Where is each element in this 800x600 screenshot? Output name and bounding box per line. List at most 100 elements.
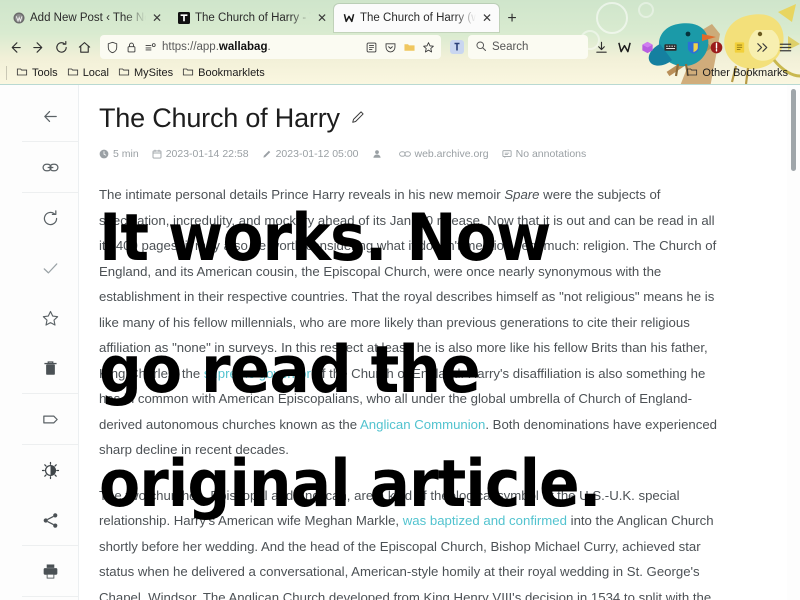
sidebar-item-mark-as-read[interactable] bbox=[22, 243, 78, 293]
rail-group-actions bbox=[22, 193, 78, 394]
extensions-toolbar bbox=[589, 36, 796, 58]
overflow-chevron-icon[interactable] bbox=[752, 36, 773, 58]
search-bar[interactable]: Search bbox=[468, 35, 588, 59]
print-icon bbox=[41, 562, 60, 581]
tracking-protection-icon[interactable] bbox=[143, 40, 158, 55]
wallabag-icon bbox=[342, 12, 355, 25]
translate-extension-icon[interactable] bbox=[446, 36, 467, 58]
meta-reading-time: 5 min bbox=[99, 148, 139, 160]
clock-icon bbox=[99, 149, 109, 159]
bookmark-tools[interactable]: Tools bbox=[13, 64, 64, 83]
bookmark-bookmarklets[interactable]: Bookmarklets bbox=[179, 64, 271, 83]
rail-group-display bbox=[22, 445, 78, 546]
meta-annotations: No annotations bbox=[502, 148, 587, 160]
meta-published-date: 2023-01-12 05:00 bbox=[262, 148, 359, 160]
sidebar-item-mark-as-favorite[interactable] bbox=[22, 293, 78, 343]
app-menu-icon[interactable] bbox=[775, 36, 796, 58]
tab-title: The Church of Harry - Tabl bbox=[195, 12, 311, 24]
reader-mode-icon[interactable] bbox=[364, 40, 379, 55]
bookmark-mysites[interactable]: MySites bbox=[115, 64, 179, 83]
close-icon[interactable]: ✕ bbox=[481, 12, 493, 24]
folder-icon bbox=[182, 66, 194, 81]
wordpress-icon bbox=[12, 12, 25, 25]
search-icon bbox=[475, 40, 487, 55]
keepass-extension-icon[interactable] bbox=[660, 36, 681, 58]
home-button[interactable] bbox=[73, 35, 95, 59]
bookmark-label: Local bbox=[82, 67, 109, 79]
scrollbar-thumb[interactable] bbox=[791, 89, 796, 171]
tab-title: Add New Post ‹ The New L bbox=[30, 12, 146, 24]
article-text-run: were the subjects of speculation, incred… bbox=[99, 187, 717, 381]
person-icon bbox=[372, 149, 382, 159]
lock-icon[interactable] bbox=[124, 40, 139, 55]
url-text[interactable]: https://app.wallabag. bbox=[162, 41, 360, 53]
page-left-gutter bbox=[0, 85, 22, 600]
contrast-icon bbox=[41, 461, 60, 480]
article-body: The intimate personal details Prince Har… bbox=[99, 182, 719, 600]
meta-created-date: 2023-01-14 22:58 bbox=[152, 148, 249, 160]
close-icon[interactable]: ✕ bbox=[316, 12, 328, 24]
folder-icon bbox=[686, 66, 698, 81]
meta-created-date-value: 2023-01-14 22:58 bbox=[165, 148, 249, 160]
article-paragraph: The two churches, Episcopal and Anglican… bbox=[99, 483, 719, 600]
save-to-pocket-icon[interactable] bbox=[383, 40, 398, 55]
star-bookmark-icon[interactable] bbox=[421, 40, 436, 55]
sidebar-item-reload-content[interactable] bbox=[22, 193, 78, 243]
close-icon[interactable]: ✕ bbox=[151, 12, 163, 24]
page-scrollbar[interactable] bbox=[787, 85, 800, 600]
link-icon bbox=[41, 158, 60, 177]
meta-domain: web.archive.org bbox=[398, 148, 489, 160]
page-title: The Church of Harry bbox=[99, 103, 758, 134]
meta-reading-time-value: 5 min bbox=[113, 148, 139, 160]
ublock-origin-icon[interactable] bbox=[706, 36, 727, 58]
meta-annotations-value: No annotations bbox=[515, 148, 587, 160]
bookmark-local[interactable]: Local bbox=[64, 64, 115, 83]
browser-window: Add New Post ‹ The New L ✕ The Church of… bbox=[0, 0, 800, 600]
folder-icon[interactable] bbox=[402, 40, 417, 55]
folder-icon bbox=[118, 66, 130, 81]
reload-button[interactable] bbox=[50, 35, 72, 59]
page-viewport: The Church of Harry 5 min 2023-01-14 22:… bbox=[0, 84, 800, 600]
back-button[interactable] bbox=[4, 35, 26, 59]
article-link[interactable]: supreme governor bbox=[204, 366, 311, 381]
article-link[interactable]: was baptized and confirmed bbox=[403, 513, 567, 528]
address-bar[interactable]: https://app.wallabag. bbox=[100, 35, 441, 59]
wallabag-extension-icon[interactable] bbox=[614, 36, 635, 58]
bookmarks-divider bbox=[6, 66, 7, 80]
new-tab-button[interactable]: + bbox=[499, 6, 525, 32]
article-link[interactable]: Anglican Communion bbox=[360, 417, 485, 432]
bookmark-label: MySites bbox=[133, 67, 174, 79]
browser-tab-1[interactable]: The Church of Harry - Tabl ✕ bbox=[169, 4, 334, 32]
bookmark-other-bookmarks[interactable]: Other Bookmarks bbox=[683, 64, 794, 83]
shield-icon[interactable] bbox=[105, 40, 120, 55]
browser-chrome: Add New Post ‹ The New L ✕ The Church of… bbox=[0, 0, 800, 84]
sidebar-item-print-entry[interactable] bbox=[22, 546, 78, 596]
sidebar-item-delete-entry[interactable] bbox=[22, 343, 78, 393]
article-metadata: 5 min 2023-01-14 22:58 2023-01-12 05:00 bbox=[99, 148, 758, 160]
forward-button[interactable] bbox=[27, 35, 49, 59]
notes-extension-icon[interactable] bbox=[729, 36, 750, 58]
meta-author bbox=[372, 149, 386, 159]
sidebar-item-back-to-list[interactable] bbox=[22, 91, 78, 141]
article-text-run: The intimate personal details Prince Har… bbox=[99, 187, 505, 202]
sidebar-item-toggle-theme[interactable] bbox=[22, 445, 78, 495]
browser-tab-0[interactable]: Add New Post ‹ The New L ✕ bbox=[4, 4, 169, 32]
sidebar-item-share-entry[interactable] bbox=[22, 495, 78, 545]
sidebar-item-add-tag[interactable] bbox=[22, 394, 78, 444]
pencil-icon[interactable] bbox=[350, 109, 366, 129]
folder-icon bbox=[16, 66, 28, 81]
bookmarks-bar: Tools Local MySites Bookmarklets Other B… bbox=[0, 62, 800, 84]
link-chain-icon bbox=[398, 149, 411, 159]
container-extension-icon[interactable] bbox=[637, 36, 658, 58]
emphasis-text: Spare bbox=[504, 187, 540, 202]
pencil-icon bbox=[262, 149, 272, 159]
sidebar-item-copy-link[interactable] bbox=[22, 142, 78, 192]
bitwarden-extension-icon[interactable] bbox=[683, 36, 704, 58]
reload-icon bbox=[41, 209, 60, 228]
navigation-toolbar: https://app.wallabag. Search bbox=[0, 32, 800, 62]
bookmark-label: Tools bbox=[32, 67, 58, 79]
tab-title: The Church of Harry (web. bbox=[360, 12, 476, 24]
browser-tab-2[interactable]: The Church of Harry (web. ✕ bbox=[334, 4, 499, 32]
article-title-text: The Church of Harry bbox=[99, 103, 340, 133]
downloads-icon[interactable] bbox=[591, 36, 612, 58]
